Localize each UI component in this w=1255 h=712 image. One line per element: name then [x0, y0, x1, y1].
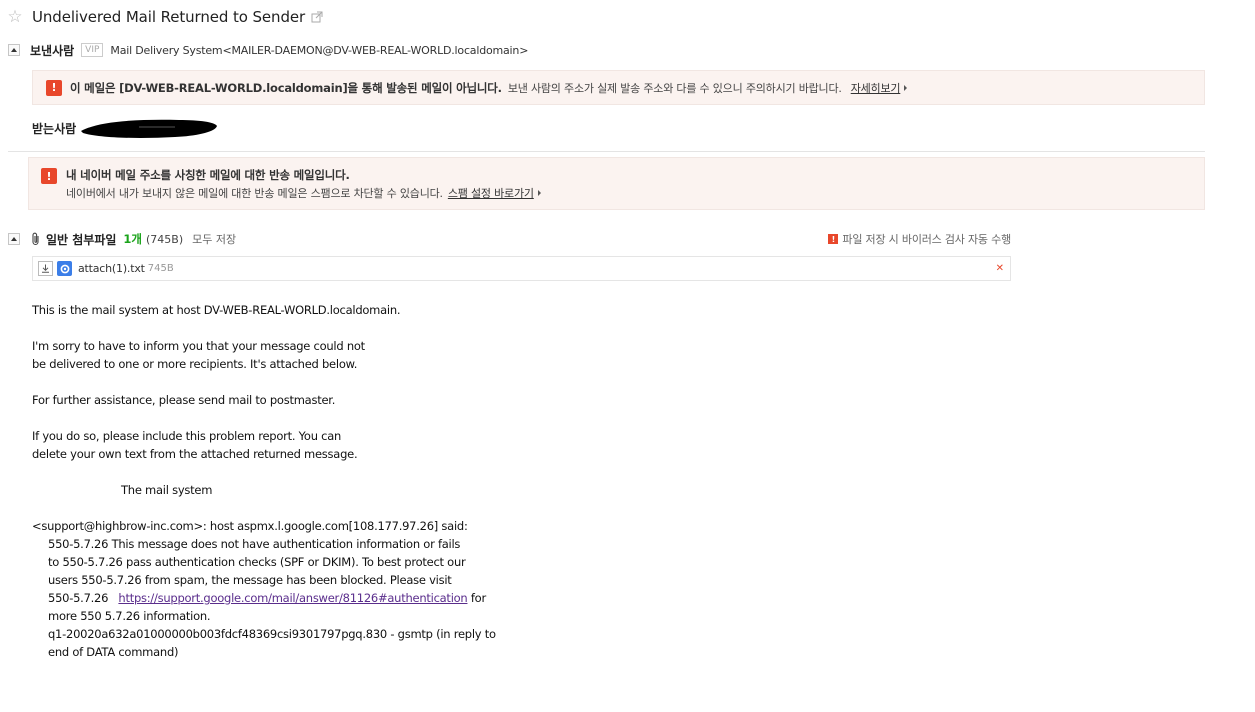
vip-badge[interactable]: VIP	[81, 43, 104, 57]
body-line: 550-5.7.26 This message does not have au…	[48, 537, 461, 551]
warning-icon: !	[46, 79, 62, 96]
virus-scan-text: 파일 저장 시 바이러스 검사 자동 수행	[842, 233, 1011, 246]
body-line	[32, 319, 732, 337]
body-line	[32, 499, 732, 517]
body-line: I'm sorry to have to inform you that you…	[32, 339, 365, 353]
attachments-count: 1개	[123, 232, 143, 246]
paperclip-icon	[31, 232, 41, 246]
attachment-file-size: 745B	[147, 263, 174, 274]
attachments-total-size: (745B)	[146, 232, 184, 246]
detail-link[interactable]: 자세히보기	[851, 80, 901, 96]
sender-label: 보낸사람	[30, 43, 75, 58]
warning-icon: !	[828, 234, 839, 244]
body-line: The mail system	[121, 483, 213, 497]
spam-settings-link[interactable]: 스팸 설정 바로가기	[448, 185, 534, 201]
caret-right-icon	[537, 190, 541, 196]
warning-icon: !	[41, 168, 57, 184]
mail-body: This is the mail system at host DV-WEB-R…	[32, 301, 732, 661]
body-line-with-link: 550-5.7.26 https://support.google.com/ma…	[32, 589, 732, 607]
virus-scan-note: ! 파일 저장 시 바이러스 검사 자동 수행	[828, 231, 1011, 247]
recipient-row: 받는사람	[32, 117, 219, 139]
body-line: 550-5.7.26	[48, 591, 109, 605]
spoof-warning-box: ! 이 메일은 [DV-WEB-REAL-WORLD.localdomain]을…	[32, 70, 1205, 105]
bounce-warning-title: 내 네이버 메일 주소를 사칭한 메일에 대한 반송 메일입니다.	[66, 168, 350, 182]
popout-icon[interactable]	[311, 11, 323, 23]
recipient-label: 받는사람	[32, 121, 77, 136]
google-auth-link[interactable]: https://support.google.com/mail/answer/8…	[118, 591, 467, 605]
divider	[8, 151, 1205, 152]
body-line: This is the mail system at host DV-WEB-R…	[32, 303, 401, 317]
bounce-warning-box: ! 내 네이버 메일 주소를 사칭한 메일에 대한 반송 메일입니다. 네이버에…	[28, 157, 1205, 210]
body-link-suffix: for	[467, 591, 486, 605]
body-line: be delivered to one or more recipients. …	[32, 357, 358, 371]
body-line: to 550-5.7.26 pass authentication checks…	[48, 555, 466, 569]
collapse-toggle-icon[interactable]	[8, 233, 20, 245]
bounce-warning-text: 네이버에서 내가 보내지 않은 메일에 대한 반송 메일은 스팸으로 차단할 수…	[66, 187, 443, 200]
redaction-scribble	[81, 119, 218, 138]
body-line: users 550-5.7.26 from spam, the message …	[48, 573, 452, 587]
body-line: <support@highbrow-inc.com>: host aspmx.l…	[32, 519, 468, 533]
sender-row: 보낸사람 VIP Mail Delivery System<MAILER-DAE…	[8, 40, 528, 60]
caret-right-icon	[904, 84, 908, 91]
body-line: For further assistance, please send mail…	[32, 393, 336, 407]
body-line	[32, 463, 732, 481]
body-line: delete your own text from the attached r…	[32, 447, 358, 461]
bounce-warning-body: 네이버에서 내가 보내지 않은 메일에 대한 반송 메일은 스팸으로 차단할 수…	[66, 185, 541, 201]
body-line	[32, 409, 732, 427]
body-line: more 550 5.7.26 information.	[48, 609, 211, 623]
attachment-file-row: attach(1).txt 745B ✕	[32, 256, 1011, 281]
body-line: q1-20020a632a01000000b003fdcf48369csi930…	[48, 627, 496, 641]
body-line: If you do so, please include this proble…	[32, 429, 342, 443]
download-icon[interactable]	[38, 261, 53, 276]
body-line	[32, 373, 732, 391]
subject-row: ☆ Undelivered Mail Returned to Sender	[6, 6, 323, 28]
attachment-file-name[interactable]: attach(1).txt	[78, 262, 145, 275]
subject-title: Undelivered Mail Returned to Sender	[32, 8, 306, 26]
cloud-save-icon[interactable]	[57, 261, 72, 276]
collapse-toggle-icon[interactable]	[8, 44, 20, 56]
spoof-warning-strong: 이 메일은 [DV-WEB-REAL-WORLD.localdomain]을 통…	[70, 80, 502, 95]
star-icon[interactable]: ☆	[6, 7, 24, 27]
save-all-button[interactable]: 모두 저장	[192, 231, 236, 247]
attachments-header: 일반 첨부파일 1개 (745B) 모두 저장 ! 파일 저장 시 바이러스 검…	[8, 229, 1011, 249]
body-line: end of DATA command)	[48, 645, 179, 659]
attachments-label: 일반 첨부파일	[46, 232, 117, 247]
sender-address[interactable]: Mail Delivery System<MAILER-DAEMON@DV-WE…	[110, 44, 528, 57]
remove-attachment-icon[interactable]: ✕	[996, 263, 1004, 274]
spoof-warning-text: 보낸 사람의 주소가 실제 발송 주소와 다를 수 있으니 주의하시기 바랍니다…	[507, 81, 842, 95]
